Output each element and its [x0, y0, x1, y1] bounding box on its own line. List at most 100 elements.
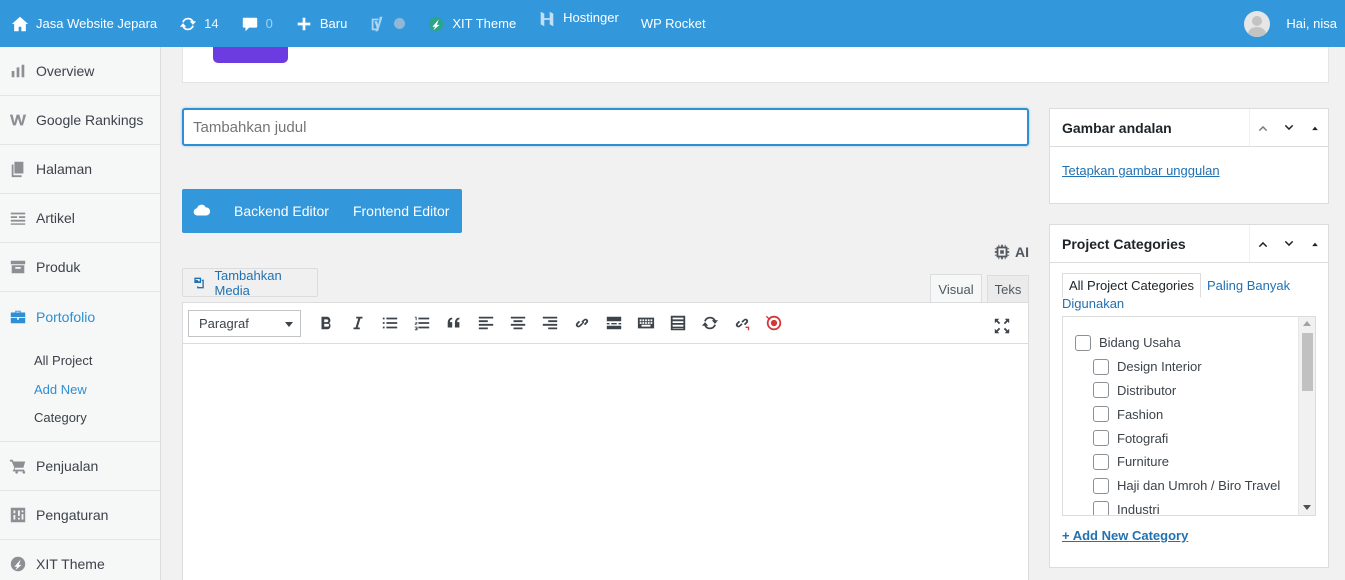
panel-controls: [1249, 225, 1328, 262]
site-name-link[interactable]: Jasa Website Jepara: [0, 0, 168, 47]
plus-icon: [295, 15, 313, 33]
chevron-up-icon: [1258, 125, 1268, 131]
ai-button[interactable]: AI: [993, 242, 1029, 262]
admin-sidebar: Overview Google Rankings Halaman Artikel…: [0, 47, 161, 580]
category-label: Haji dan Umroh / Biro Travel: [1117, 478, 1281, 494]
category-checkbox[interactable]: [1093, 430, 1109, 447]
insert-link-button[interactable]: [566, 307, 598, 339]
tab-all-categories[interactable]: All Project Categories: [1062, 273, 1201, 298]
chevron-up-icon: [1258, 241, 1268, 247]
cart-icon: [9, 457, 27, 475]
sidebar-item-label: Google Rankings: [36, 112, 144, 128]
add-new-category-link[interactable]: + Add New Category: [1062, 528, 1188, 543]
hostinger-link[interactable]: Hostinger: [527, 0, 630, 47]
numbered-list-button[interactable]: [406, 307, 438, 339]
align-center-icon: [510, 316, 526, 330]
new-content-link[interactable]: Baru: [284, 0, 358, 47]
hostinger-logo-icon: [538, 10, 556, 28]
toolbar-toggle-button[interactable]: [630, 307, 662, 339]
tab-visual[interactable]: Visual: [930, 274, 982, 303]
featured-image-panel: Gambar andalan Tetapkan gambar unggulan: [1049, 108, 1329, 204]
category-checkbox[interactable]: [1093, 406, 1109, 423]
frontend-editor-button[interactable]: Frontend Editor: [341, 203, 462, 219]
scroll-up-icon: [1303, 321, 1311, 326]
set-featured-image-link[interactable]: Tetapkan gambar unggulan: [1062, 163, 1220, 178]
tab-text[interactable]: Teks: [987, 275, 1029, 303]
submenu-add-new[interactable]: Add New: [0, 376, 160, 405]
chip-icon: [994, 244, 1010, 260]
category-label: Fotografi: [1117, 430, 1169, 446]
sidebar-item-portofolio[interactable]: Portofolio: [0, 292, 160, 341]
sidebar-item-overview[interactable]: Overview: [0, 47, 160, 96]
move-up-button[interactable]: [1250, 109, 1276, 146]
sidebar-item-produk[interactable]: Produk: [0, 243, 160, 292]
align-center-button[interactable]: [502, 307, 534, 339]
sidebar-item-pengaturan[interactable]: Pengaturan: [0, 491, 160, 540]
yoast-link[interactable]: [358, 0, 416, 47]
xit-theme-link[interactable]: XIT Theme: [416, 0, 527, 47]
category-checkbox[interactable]: [1093, 382, 1109, 399]
category-checkbox[interactable]: [1093, 453, 1109, 470]
read-more-button[interactable]: [598, 307, 630, 339]
bullet-list-button[interactable]: [374, 307, 406, 339]
blockquote-button[interactable]: [438, 307, 470, 339]
sidebar-item-halaman[interactable]: Halaman: [0, 145, 160, 194]
refresh-button[interactable]: [694, 307, 726, 339]
post-title-input[interactable]: [182, 108, 1029, 146]
toggle-panel-button[interactable]: [1302, 225, 1328, 262]
align-left-icon: [478, 316, 494, 330]
scroll-thumb[interactable]: [1302, 333, 1313, 391]
updates-link[interactable]: 14: [168, 0, 229, 47]
sidebar-item-penjualan[interactable]: Penjualan: [0, 442, 160, 491]
sidebar-item-xit-theme[interactable]: XIT Theme: [0, 540, 160, 580]
category-checkbox[interactable]: [1075, 334, 1091, 351]
submenu-all-project[interactable]: All Project: [0, 347, 160, 376]
table-button[interactable]: [662, 307, 694, 339]
ai-label: AI: [1015, 244, 1029, 260]
align-right-button[interactable]: [534, 307, 566, 339]
category-label: Distributor: [1117, 382, 1177, 398]
move-down-button[interactable]: [1276, 225, 1302, 262]
category-checkbox[interactable]: [1093, 358, 1109, 375]
link-add-icon: [735, 318, 750, 331]
unlink-button[interactable]: [726, 307, 758, 339]
category-tabs: Paling Banyak Digunakan All Project Cate…: [1050, 263, 1328, 311]
category-checkbox[interactable]: [1093, 501, 1109, 515]
avatar: [1244, 10, 1271, 37]
sidebar-item-label: XIT Theme: [36, 555, 105, 572]
backend-editor-button[interactable]: Backend Editor: [222, 203, 341, 219]
chart-bar-icon: [9, 62, 27, 80]
align-left-button[interactable]: [470, 307, 502, 339]
bold-button[interactable]: [310, 307, 342, 339]
add-media-button[interactable]: Tambahkan Media: [182, 267, 318, 298]
notice-action-button[interactable]: [213, 47, 288, 63]
target-button[interactable]: [758, 307, 790, 339]
move-down-button[interactable]: [1276, 109, 1302, 146]
comments-link[interactable]: 0: [230, 0, 284, 47]
list-item: Bidang Usaha: [1063, 331, 1315, 355]
portofolio-submenu: All Project Add New Category: [0, 341, 160, 442]
updates-count: 14: [204, 16, 219, 31]
submenu-category[interactable]: Category: [0, 404, 160, 433]
numbered-list-icon: [414, 316, 430, 331]
wp-rocket-link[interactable]: WP Rocket: [630, 0, 717, 47]
list-item: Industri: [1063, 498, 1315, 515]
refresh-icon: [701, 316, 719, 330]
move-up-button[interactable]: [1250, 225, 1276, 262]
fullscreen-button[interactable]: [986, 310, 1018, 342]
category-checkbox[interactable]: [1093, 477, 1109, 494]
read-more-icon: [606, 316, 622, 330]
category-checklist: Bidang Usaha Design Interior Distributor…: [1062, 316, 1316, 516]
sidebar-item-artikel[interactable]: Artikel: [0, 194, 160, 243]
toggle-panel-button[interactable]: [1302, 109, 1328, 146]
account-menu[interactable]: Hai, nisa: [1244, 0, 1337, 47]
comment-icon: [241, 15, 259, 33]
format-select[interactable]: Paragraf: [188, 309, 301, 337]
admin-bar: Jasa Website Jepara 14 0 Baru XIT Theme: [0, 0, 1345, 47]
sidebar-item-google-rankings[interactable]: Google Rankings: [0, 96, 160, 145]
sidebar-item-label: Artikel: [36, 210, 75, 226]
italic-button[interactable]: [342, 307, 374, 339]
category-scrollbar[interactable]: [1298, 317, 1315, 515]
add-media-label: Tambahkan Media: [214, 267, 282, 298]
chevron-down-icon: [1284, 124, 1294, 130]
